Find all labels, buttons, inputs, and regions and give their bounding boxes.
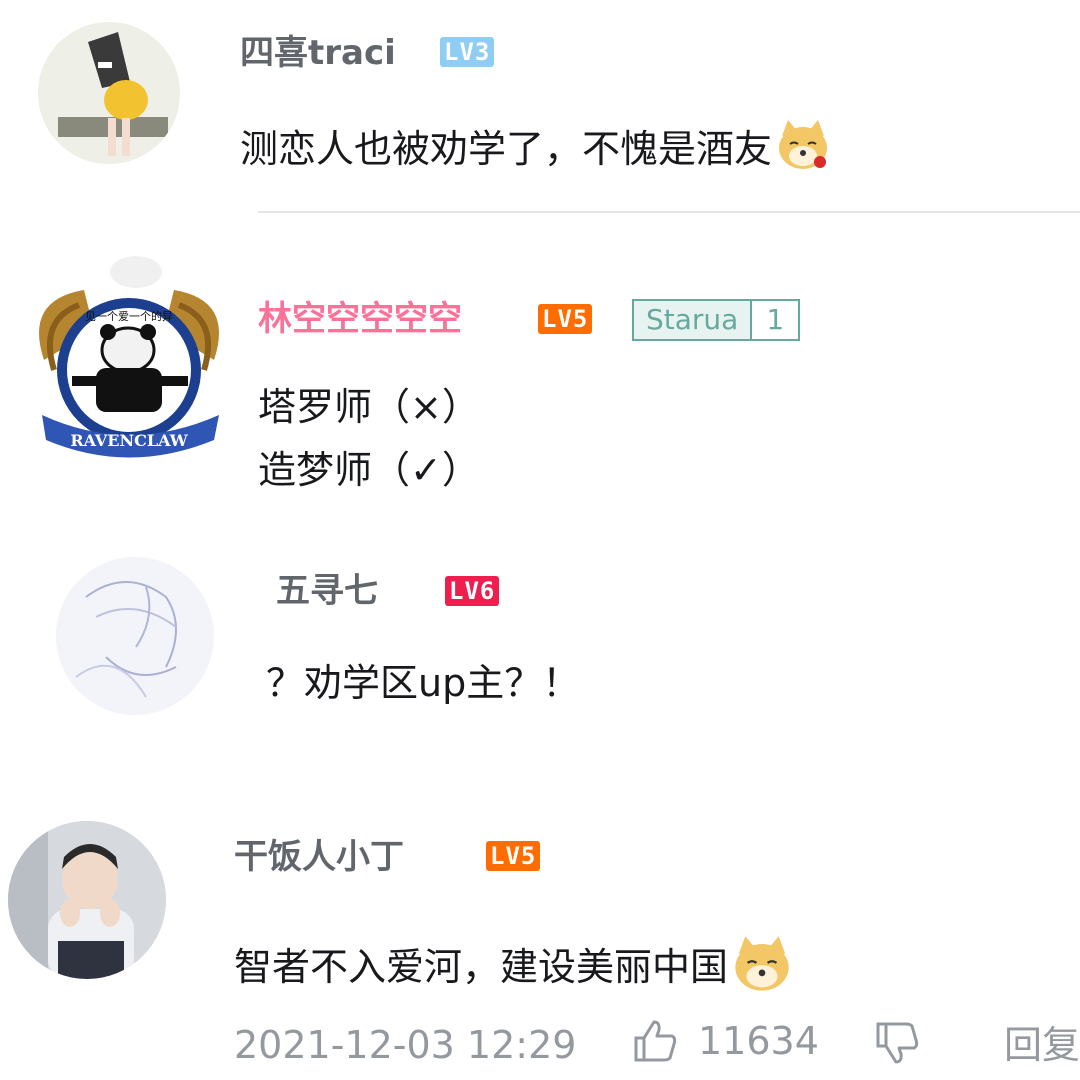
thumb-up-icon	[634, 1020, 677, 1062]
fan-medal-level: 1	[750, 301, 799, 339]
username[interactable]: 四喜traci	[240, 36, 396, 70]
doge-emoji-icon	[735, 936, 789, 991]
fan-medal-name: Starua	[634, 301, 751, 339]
avatar-banner-text: RAVENCLAW	[70, 431, 188, 450]
comment-text: 测恋人也被劝学了，不愧是酒友	[240, 118, 830, 172]
divider	[258, 211, 1080, 213]
level-badge: LV3	[440, 37, 495, 67]
level-badge: LV6	[445, 576, 500, 606]
level-badge: LV5	[538, 304, 593, 334]
level-badge: LV5	[486, 841, 541, 871]
fan-medal-badge[interactable]: Starua 1	[632, 299, 801, 341]
reply-button[interactable]: 回复	[1004, 1026, 1080, 1064]
dislike-button[interactable]	[872, 1018, 922, 1072]
comment-text: ？劝学区up主？！	[266, 661, 581, 705]
avatar[interactable]	[56, 557, 214, 715]
comment-text: 智者不入爱河，建设美丽中国	[234, 934, 792, 994]
thumb-down-icon	[876, 1022, 919, 1064]
like-count: 11634	[698, 1019, 819, 1063]
avatar[interactable]	[38, 22, 180, 164]
username[interactable]: 干饭人小丁	[234, 840, 404, 874]
like-button[interactable]: 11634	[630, 1016, 819, 1066]
comment-timestamp: 2021-12-03 12:29	[234, 1023, 577, 1067]
avatar-top-text: 见一个爱一个的异	[85, 309, 173, 323]
comment-text-line: 塔罗师（×）	[258, 385, 480, 429]
avatar[interactable]: 见一个爱一个的异 RAVENCLAW	[24, 250, 234, 460]
avatar[interactable]	[8, 821, 166, 979]
username[interactable]: 五寻七	[276, 574, 378, 608]
username[interactable]: 林空空空空空	[258, 302, 462, 336]
doge-emoji-icon	[779, 120, 828, 169]
comment-text-line: 造梦师（✓）	[258, 448, 480, 492]
